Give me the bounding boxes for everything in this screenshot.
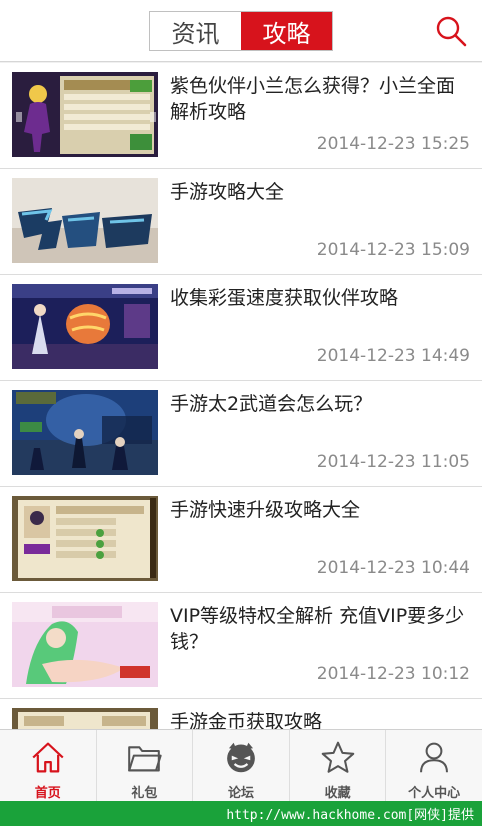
article-title: 手游快速升级攻略大全 <box>170 499 361 521</box>
tab-news[interactable]: 资讯 <box>150 12 241 50</box>
article-thumbnail <box>12 708 158 729</box>
article-date: 2014-12-23 15:25 <box>316 134 470 154</box>
nav-label: 收藏 <box>324 786 351 801</box>
top-bar: 资讯 攻略 <box>0 0 482 62</box>
segment-tabs: 资讯 攻略 <box>149 11 333 51</box>
user-icon <box>420 742 449 773</box>
nav-favorites[interactable]: 收藏 <box>290 730 387 801</box>
article-thumbnail <box>12 602 158 687</box>
article-title: 手游攻略大全 <box>170 181 285 203</box>
article-title: 手游太2武道会怎么玩？ <box>170 393 373 415</box>
article-date: 2014-12-23 10:12 <box>316 664 470 684</box>
list-item[interactable]: 手游攻略大全 2014-12-23 15:09 <box>0 169 482 275</box>
article-date: 2014-12-23 14:49 <box>316 346 470 366</box>
bottom-nav: 首页 礼包 论坛 收藏 个人中心 <box>0 729 482 801</box>
app-screen: 资讯 攻略 紫色伙伴小兰怎么获得？小兰全面解析攻略 2014-12-23 15:… <box>0 0 482 826</box>
article-date: 2014-12-23 15:09 <box>316 240 470 260</box>
watermark-text: http://www.hackhome.com[网侠]提供 <box>226 808 474 823</box>
article-thumbnail <box>12 284 158 369</box>
article-list[interactable]: 紫色伙伴小兰怎么获得？小兰全面解析攻略 2014-12-23 15:25 手游攻… <box>0 63 482 729</box>
list-item[interactable]: 手游金币获取攻略 <box>0 699 482 729</box>
nav-label: 礼包 <box>131 786 158 801</box>
article-title: 手游金币获取攻略 <box>170 711 323 729</box>
article-thumbnail <box>12 178 158 263</box>
nav-label: 首页 <box>34 786 61 801</box>
article-title: VIP等级特权全解析 充值VIP要多少钱？ <box>170 605 465 653</box>
nav-forum[interactable]: 论坛 <box>193 730 290 801</box>
article-title: 收集彩蛋速度获取伙伴攻略 <box>170 287 399 309</box>
list-item[interactable]: 收集彩蛋速度获取伙伴攻略 2014-12-23 14:49 <box>0 275 482 381</box>
forum-face-icon <box>227 742 255 773</box>
article-thumbnail <box>12 390 158 475</box>
star-icon <box>321 741 354 773</box>
nav-gifts[interactable]: 礼包 <box>97 730 194 801</box>
article-date: 2014-12-23 10:44 <box>316 558 470 578</box>
article-date: 2014-12-23 11:05 <box>316 452 470 472</box>
watermark-bar: http://www.hackhome.com[网侠]提供 <box>0 801 482 826</box>
folder-icon <box>128 746 163 772</box>
list-item[interactable]: 手游快速升级攻略大全 2014-12-23 10:44 <box>0 487 482 593</box>
article-title: 紫色伙伴小兰怎么获得？小兰全面解析攻略 <box>170 75 456 123</box>
search-icon[interactable] <box>434 14 468 48</box>
nav-label: 个人中心 <box>408 786 461 801</box>
list-item[interactable]: VIP等级特权全解析 充值VIP要多少钱？ 2014-12-23 10:12 <box>0 593 482 699</box>
list-item[interactable]: 紫色伙伴小兰怎么获得？小兰全面解析攻略 2014-12-23 15:25 <box>0 63 482 169</box>
article-thumbnail <box>12 496 158 581</box>
nav-home[interactable]: 首页 <box>0 730 97 801</box>
home-icon <box>32 742 64 773</box>
article-thumbnail <box>12 72 158 157</box>
tab-guides[interactable]: 攻略 <box>241 12 332 50</box>
list-item[interactable]: 手游太2武道会怎么玩？ 2014-12-23 11:05 <box>0 381 482 487</box>
nav-label: 论坛 <box>227 786 254 801</box>
nav-profile[interactable]: 个人中心 <box>386 730 482 801</box>
